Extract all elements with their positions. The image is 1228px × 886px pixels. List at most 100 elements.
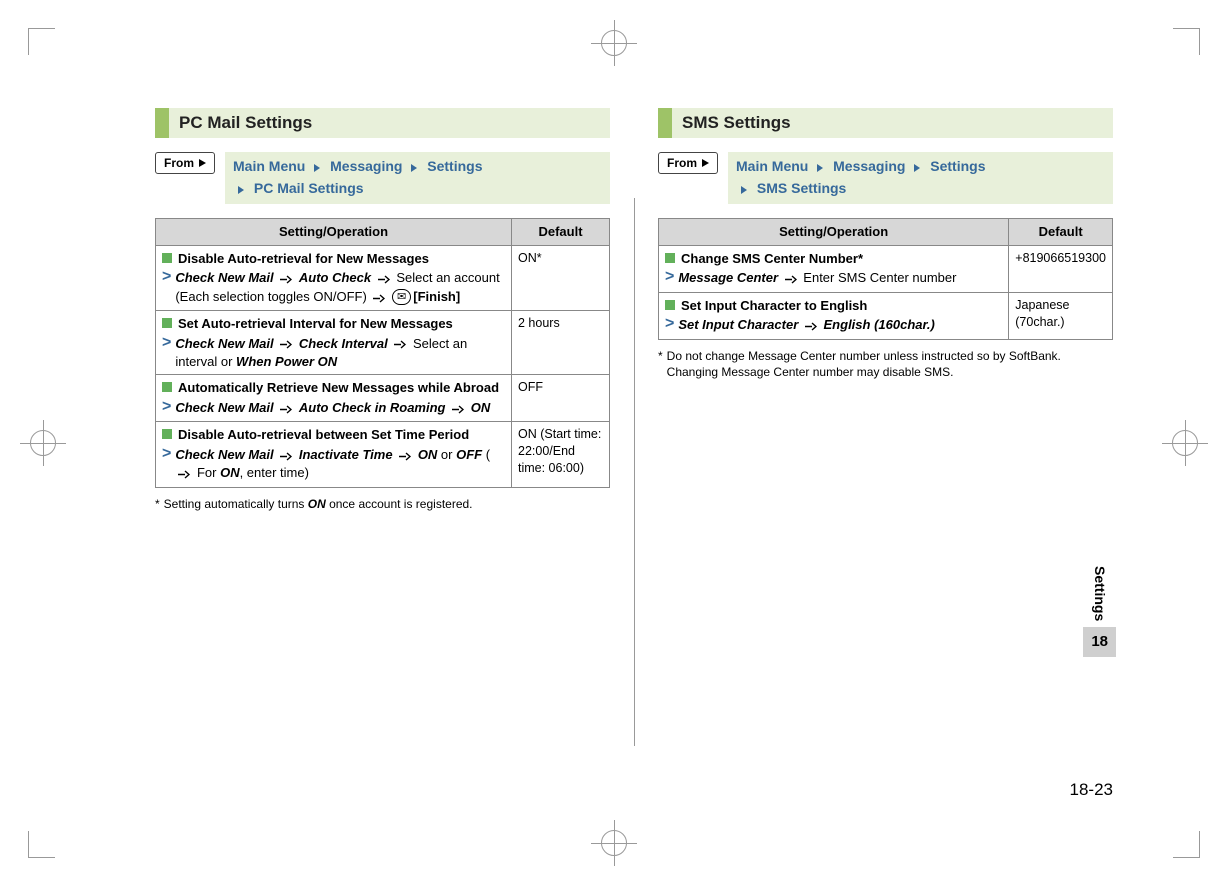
setting-cell: Set Input Character to English >Set Input… [659,292,1009,339]
setting-cell: Set Auto-retrieval Interval for New Mess… [156,311,512,375]
table-row: Set Input Character to English >Set Input… [659,292,1113,339]
setting-operation: >Check New Mail Check Interval Select an… [162,335,505,371]
section-heading-sms: SMS Settings [658,108,1113,138]
from-pill: From [155,152,215,174]
chevron-right-icon: > [665,316,674,332]
crumb-messaging: Messaging [833,158,905,174]
breadcrumb-row: From Main Menu Messaging Settings PC Mai… [155,152,610,204]
operation-text: Check New Mail Check Interval Select an … [175,335,505,371]
crumb-leaf: PC Mail Settings [254,180,364,196]
pc-mail-column: PC Mail Settings From Main Menu Messagin… [155,108,610,512]
breadcrumb: Main Menu Messaging Settings PC Mail Set… [225,152,610,204]
operation-text: Set Input Character English (160char.) [678,316,1002,334]
registration-mark [1162,420,1208,466]
operation-text: Check New Mail Auto Check in Roaming ON [175,399,505,417]
section-title: PC Mail Settings [169,108,312,138]
setting-title: Automatically Retrieve New Messages whil… [162,379,505,397]
asterisk-icon: * [155,496,160,512]
default-cell: OFF [512,375,610,422]
setting-title: Set Input Character to English [665,297,1002,315]
chevron-right-icon [313,156,322,178]
crumb-main-menu: Main Menu [233,158,305,174]
crumb-settings: Settings [930,158,985,174]
sms-settings-table: Setting/Operation Default Change SMS Cen… [658,218,1113,339]
crumb-settings: Settings [427,158,482,174]
setting-operation: >Check New Mail Inactivate Time ON or OF… [162,446,505,483]
square-bullet-icon [162,253,172,263]
chevron-right-icon [198,158,208,168]
setting-operation: >Check New Mail Auto Check Select an acc… [162,269,505,306]
crop-mark [1173,28,1200,55]
chevron-right-icon [701,158,711,168]
crop-mark [28,831,55,858]
section-heading-pc-mail: PC Mail Settings [155,108,610,138]
setting-cell: Automatically Retrieve New Messages whil… [156,375,512,422]
operation-text: Check New Mail Inactivate Time ON or OFF… [175,446,505,483]
default-cell: ON (Start time: 22:00/End time: 06:00) [512,422,610,487]
default-cell: +819066519300 [1009,245,1113,292]
setting-title: Change SMS Center Number* [665,250,1002,268]
square-bullet-icon [665,253,675,263]
setting-title-text: Automatically Retrieve New Messages whil… [178,379,499,397]
side-tab-label: Settings [1086,560,1113,627]
chevron-right-icon: > [162,399,171,415]
registration-mark [20,420,66,466]
from-label: From [667,155,697,171]
col-header-setting: Setting/Operation [659,219,1009,246]
sms-footnote: * Do not change Message Center number un… [658,348,1113,380]
chevron-right-icon [740,179,749,201]
setting-title: Disable Auto-retrieval between Set Time … [162,426,505,444]
setting-title-text: Set Input Character to English [681,297,867,315]
default-cell: 2 hours [512,311,610,375]
setting-title-text: Disable Auto-retrieval for New Messages [178,250,429,268]
side-tab: Settings 18 [1083,560,1116,657]
square-bullet-icon [162,318,172,328]
crumb-main-menu: Main Menu [736,158,808,174]
setting-operation: >Check New Mail Auto Check in Roaming ON [162,399,505,417]
from-label: From [164,155,194,171]
crop-mark [28,28,55,55]
table-row: Disable Auto-retrieval for New Messages>… [156,245,610,310]
crumb-leaf: SMS Settings [757,180,846,196]
section-bar-icon [155,108,169,138]
operation-text: Message Center Enter SMS Center number [678,269,1002,287]
square-bullet-icon [162,429,172,439]
section-bar-icon [658,108,672,138]
chevron-right-icon: > [162,335,171,351]
side-tab-chapter: 18 [1083,627,1116,657]
pc-footnote: * Setting automatically turns ON once ac… [155,496,610,512]
registration-mark [591,20,637,66]
chevron-right-icon [816,156,825,178]
column-divider [634,198,635,746]
setting-cell: Change SMS Center Number* >Message Center… [659,245,1009,292]
section-title: SMS Settings [672,108,791,138]
footnote-text: Do not change Message Center number unle… [667,348,1113,380]
setting-title-text: Disable Auto-retrieval between Set Time … [178,426,469,444]
setting-cell: Disable Auto-retrieval for New Messages>… [156,245,512,310]
table-row: Change SMS Center Number* >Message Center… [659,245,1113,292]
setting-title: Disable Auto-retrieval for New Messages [162,250,505,268]
sms-column: SMS Settings From Main Menu Messaging Se… [658,108,1113,512]
registration-mark [591,820,637,866]
default-cell: Japanese (70char.) [1009,292,1113,339]
table-row: Disable Auto-retrieval between Set Time … [156,422,610,487]
setting-cell: Disable Auto-retrieval between Set Time … [156,422,512,487]
breadcrumb-row: From Main Menu Messaging Settings SMS Se… [658,152,1113,204]
page-number: 18-23 [1070,779,1113,802]
table-row: Automatically Retrieve New Messages whil… [156,375,610,422]
crop-mark [1173,831,1200,858]
chevron-right-icon: > [665,269,674,285]
asterisk-icon: * [658,348,663,380]
setting-title-text: Set Auto-retrieval Interval for New Mess… [178,315,453,333]
operation-text: Check New Mail Auto Check Select an acco… [175,269,505,306]
chevron-right-icon [410,156,419,178]
chevron-right-icon [913,156,922,178]
setting-title: Set Auto-retrieval Interval for New Mess… [162,315,505,333]
crumb-messaging: Messaging [330,158,402,174]
square-bullet-icon [665,300,675,310]
setting-title-text: Change SMS Center Number* [681,250,863,268]
chevron-right-icon [237,179,246,201]
col-header-default: Default [1009,219,1113,246]
square-bullet-icon [162,382,172,392]
from-pill: From [658,152,718,174]
